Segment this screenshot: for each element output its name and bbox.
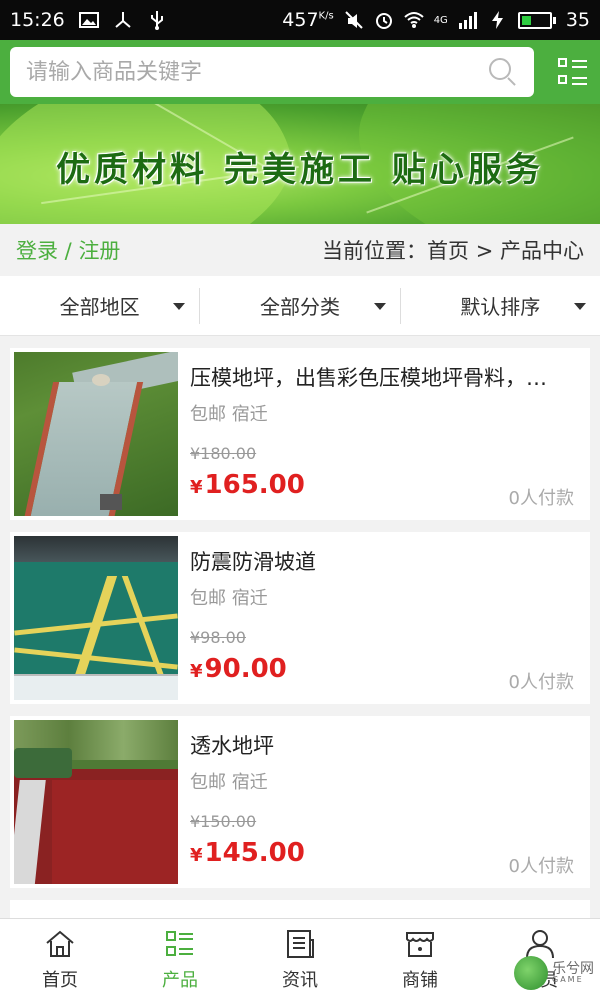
home-icon (46, 930, 74, 957)
search-input[interactable] (26, 59, 488, 85)
tab-shop[interactable]: 商铺 (360, 919, 480, 1000)
sale-price: ¥165.00 (190, 470, 305, 500)
breadcrumb-current: 产品中心 (500, 239, 584, 263)
tab-products[interactable]: 产品 (120, 919, 240, 1000)
category-menu-icon[interactable] (556, 56, 590, 88)
filter-region[interactable]: 全部地区 (0, 287, 201, 324)
banner-slogan: 优质材料 完美施工 贴心服务 (56, 150, 544, 190)
member-icon (526, 929, 554, 958)
product-card-partial[interactable] (10, 900, 590, 920)
breadcrumb-row: 登录 / 注册 当前位置：首页 > 产品中心 (0, 224, 600, 276)
product-meta: 包邮 宿迁 (190, 404, 268, 425)
status-time: 15:26 (10, 9, 65, 31)
battery-icon (517, 11, 556, 29)
shop-icon (406, 931, 434, 957)
filter-sort[interactable]: 默认排序 (401, 288, 600, 324)
product-list-icon (166, 930, 193, 956)
login-register-link[interactable]: 登录 / 注册 (16, 235, 120, 265)
network-speed: 457K/s (282, 9, 334, 31)
sold-count: 0人付款 (508, 672, 574, 693)
signal-icon (458, 12, 477, 29)
watermark: 乐兮网 GAME (514, 956, 594, 990)
login-link[interactable]: 登录 (16, 239, 58, 263)
product-image[interactable] (14, 536, 178, 700)
dropdown-arrow-icon (373, 302, 386, 310)
filter-category[interactable]: 全部分类 (200, 287, 401, 324)
register-link[interactable]: 注册 (78, 239, 120, 263)
breadcrumb-home[interactable]: 首页 (427, 239, 469, 263)
image-icon (78, 12, 99, 28)
product-image[interactable] (14, 352, 178, 516)
product-image[interactable] (14, 720, 178, 884)
sold-count: 0人付款 (508, 856, 574, 877)
banner[interactable]: 优质材料 完美施工 贴心服务 (0, 104, 600, 224)
product-title[interactable]: 防震防滑坡道 (190, 546, 568, 576)
header (0, 40, 600, 104)
product-meta: 包邮 宿迁 (190, 772, 268, 793)
dropdown-arrow-icon (173, 302, 186, 310)
status-bar: 15:26 457K/s 4G 35 (0, 0, 600, 40)
watermark-logo (514, 956, 548, 990)
original-price: ¥180.00 (190, 444, 257, 463)
tab-home[interactable]: 首页 (0, 919, 120, 1000)
alarm-icon (375, 13, 392, 29)
network-type: 4G (433, 14, 448, 26)
news-icon (287, 929, 314, 958)
sale-price: ¥145.00 (190, 838, 305, 868)
usb-icon (150, 11, 163, 30)
breadcrumb: 当前位置：首页 > 产品中心 (322, 239, 584, 263)
tab-news[interactable]: 资讯 (240, 919, 360, 1000)
product-card[interactable]: 压模地坪，出售彩色压模地坪骨料，… 包邮 宿迁 ¥180.00 ¥165.00 … (10, 348, 590, 520)
mute-icon (344, 11, 363, 29)
product-list[interactable]: 压模地坪，出售彩色压模地坪骨料，… 包邮 宿迁 ¥180.00 ¥165.00 … (0, 336, 600, 920)
search-box[interactable] (10, 47, 534, 97)
wifi-icon (404, 12, 424, 28)
usb-debug-icon (115, 12, 131, 28)
dropdown-arrow-icon (573, 302, 586, 310)
product-title[interactable]: 压模地坪，出售彩色压模地坪骨料，… (190, 362, 568, 392)
original-price: ¥150.00 (190, 812, 257, 831)
bottom-nav: 首页 产品 资讯 商铺 会员 (0, 918, 600, 1000)
filter-bar: 全部地区 全部分类 默认排序 (0, 276, 600, 336)
product-title[interactable]: 透水地坪 (190, 730, 568, 760)
original-price: ¥98.00 (190, 628, 246, 647)
product-card[interactable]: 透水地坪 包邮 宿迁 ¥150.00 ¥145.00 0人付款 (10, 716, 590, 888)
charging-icon (491, 11, 503, 29)
search-icon[interactable] (488, 57, 518, 87)
product-card[interactable]: 防震防滑坡道 包邮 宿迁 ¥98.00 ¥90.00 0人付款 (10, 532, 590, 704)
sold-count: 0人付款 (508, 488, 574, 509)
sale-price: ¥90.00 (190, 654, 287, 684)
battery-level: 35 (565, 9, 590, 31)
product-meta: 包邮 宿迁 (190, 588, 268, 609)
